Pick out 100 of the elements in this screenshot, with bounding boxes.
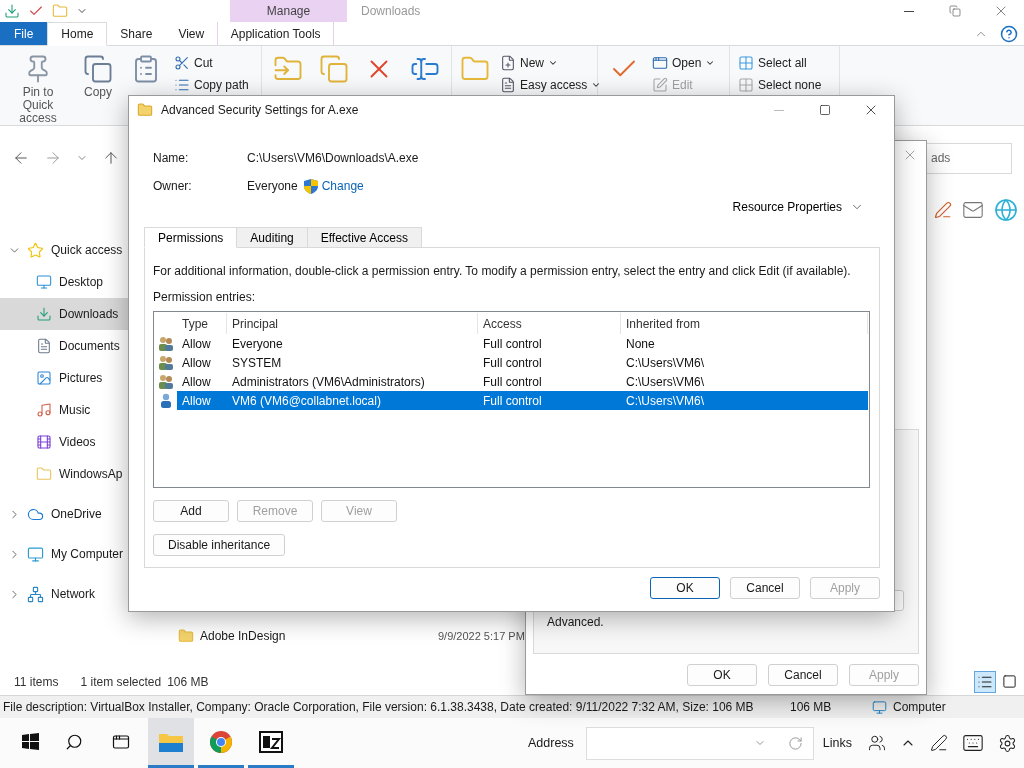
ribbon-button[interactable]: Select all [736,54,824,72]
sidebar-item[interactable]: WindowsAp [0,458,160,490]
caret-icon [705,58,716,68]
table-cell[interactable]: Full control [478,372,621,391]
keyboard-icon[interactable] [962,732,985,754]
grid-icon [738,55,754,71]
people-icon[interactable] [868,734,887,752]
pen-icon[interactable] [930,734,949,752]
dialog-tab[interactable]: Auditing [236,227,308,248]
maximize-icon [819,104,831,116]
dialog-tab[interactable]: Permissions [144,227,238,248]
ribbon-button[interactable]: Easy access [498,76,604,94]
sidebar-item[interactable]: Pictures [0,362,160,394]
dialog-button[interactable]: OK [650,577,720,599]
ribbon-button[interactable]: Open [650,54,718,72]
monitor-icon [36,274,52,290]
download-icon [36,306,52,322]
edit-icon [652,77,668,93]
minimize-icon [904,10,914,12]
shield-icon [303,178,318,194]
table-cell[interactable]: Allow [177,353,227,372]
envelope-icon[interactable] [962,199,984,221]
document-icon [36,338,52,354]
archive-icon [259,730,283,753]
table-cell[interactable]: Full control [478,391,621,410]
table-cell[interactable]: VM6 (VM6@collabnet.local) [227,391,478,410]
table-cell[interactable]: Full control [478,353,621,372]
new-item-icon [500,55,516,71]
ribbon-tab[interactable]: Share [107,22,166,45]
file-menu-button[interactable]: File [0,22,48,45]
dialog-tab[interactable]: Effective Access [306,227,422,248]
square-icon [1001,674,1017,689]
change-link[interactable]: Change [303,178,364,194]
settings-icon[interactable] [998,733,1018,753]
dialog-button[interactable]: Cancel [730,577,800,599]
details-view-button[interactable] [974,670,996,693]
ribbon-button[interactable]: Select none [736,76,824,94]
ribbon-button[interactable]: Pin to Quick access [6,50,70,121]
users-icon [158,374,174,389]
column-header[interactable]: Principal [227,313,478,334]
folder-icon [137,102,153,118]
help-icon[interactable] [1000,24,1018,43]
zone-label: Computer [893,700,946,714]
document-icon [500,77,516,93]
owner-name: Everyone [247,179,298,193]
window-title: Downloads [360,3,422,20]
ribbon-button[interactable]: Copy path [172,76,251,94]
up-icon[interactable] [102,149,120,167]
table-cell[interactable]: C:\Users\VM6\ [621,353,868,372]
file-name[interactable]: Adobe InDesign [200,629,432,643]
table-cell[interactable]: None [621,334,868,353]
table-cell[interactable]: C:\Users\VM6\ [621,372,868,391]
ribbon-tab[interactable]: Application Tools [217,22,335,45]
table-cell[interactable]: Allow [177,372,227,391]
refresh-icon[interactable] [787,735,803,751]
forward-icon[interactable] [44,149,62,167]
address-field[interactable] [585,726,814,760]
ribbon-tab[interactable]: Home [47,22,108,46]
monitor-icon [27,545,44,563]
note-text: Advanced. [547,615,605,629]
item-count: 11 items [14,674,59,689]
file-path: C:\Users\VM6\Downloads\A.exe [247,151,419,165]
column-header[interactable]: Type [177,313,227,334]
sidebar-item[interactable]: Documents [0,330,160,362]
table-cell[interactable]: Allow [177,334,227,353]
minimize-icon [774,109,784,111]
dialog-button[interactable]: Cancel [768,664,838,686]
window-icon [652,55,668,71]
scissors-icon [174,55,190,71]
star-icon [27,241,44,259]
back-icon[interactable] [12,149,30,167]
table-cell[interactable]: C:\Users\VM6\ [621,391,868,410]
monitor-icon [872,699,887,715]
column-header[interactable]: Access [478,313,621,334]
field-label: Name: [153,151,190,165]
selection-size: 106 MB [167,674,209,689]
table-cell[interactable]: SYSTEM [227,353,478,372]
globe-icon[interactable] [994,198,1018,222]
dialog-button[interactable]: Disable inheritance [153,534,286,556]
table-cell[interactable]: Full control [478,334,621,353]
download-icon[interactable] [4,3,20,19]
restore-icon [949,5,961,17]
table-cell[interactable]: Allow [177,391,227,410]
resource-properties-button[interactable]: Resource Properties [730,198,866,216]
ribbon-button[interactable]: Copy [76,50,120,121]
ribbon-tab[interactable]: View [165,22,218,45]
column-header[interactable]: Inherited from [621,313,868,334]
dialog-title: Advanced Security Settings for A.exe [161,103,360,117]
dialog-button[interactable]: Add [153,500,229,522]
ribbon-button[interactable]: Cut [172,54,251,72]
ribbon-button[interactable]: New [498,54,604,72]
table-cell[interactable]: Administrators (VM6\Administrators) [227,372,478,391]
folder-icon [36,466,52,482]
contextual-tab-header: Manage [230,0,347,22]
copy-icon [318,54,349,84]
sidebar-item[interactable]: Music [0,394,160,426]
table-cell[interactable]: Everyone [227,334,478,353]
sidebar-item[interactable]: Videos [0,426,160,458]
sidebar-item[interactable]: Network [27,578,160,610]
dialog-button[interactable]: OK [687,664,757,686]
